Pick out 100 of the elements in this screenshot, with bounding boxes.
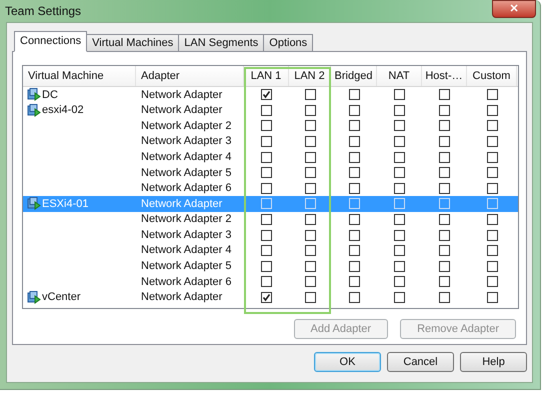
dialog-button[interactable]: OK: [314, 352, 381, 372]
checkbox[interactable]: [394, 104, 405, 116]
checkbox[interactable]: [304, 89, 316, 100]
checkbox[interactable]: [261, 260, 272, 272]
checkbox[interactable]: [261, 89, 272, 100]
checkbox[interactable]: [348, 120, 360, 132]
checkbox[interactable]: [348, 292, 360, 304]
checkbox[interactable]: [394, 120, 405, 132]
checkbox[interactable]: [394, 167, 405, 178]
checkbox[interactable]: [394, 89, 405, 100]
checkbox[interactable]: [486, 230, 498, 241]
table-row[interactable]: Network Adapter 2: [23, 212, 518, 228]
checkbox[interactable]: [261, 182, 272, 194]
checkbox[interactable]: [486, 276, 498, 288]
tab[interactable]: Options: [263, 34, 314, 52]
table-row[interactable]: Network Adapter 4: [23, 242, 518, 259]
checkbox[interactable]: [439, 245, 450, 256]
checkbox[interactable]: [261, 152, 272, 163]
checkbox[interactable]: [486, 104, 498, 116]
checkbox[interactable]: [348, 167, 360, 178]
checkbox[interactable]: [439, 260, 450, 272]
column-header[interactable]: LAN 2: [289, 66, 331, 86]
checkbox[interactable]: [486, 260, 498, 272]
table-row[interactable]: Network Adapter 3: [23, 227, 518, 243]
checkbox[interactable]: [261, 230, 272, 241]
checkbox[interactable]: [304, 167, 316, 178]
table-row[interactable]: Network Adapter 5: [23, 258, 518, 274]
checkbox[interactable]: [348, 136, 360, 148]
checkbox[interactable]: [348, 276, 360, 288]
checkbox[interactable]: [486, 167, 498, 178]
checkbox[interactable]: [261, 167, 272, 178]
checkbox[interactable]: [348, 89, 360, 100]
column-header[interactable]: Host-…: [422, 66, 467, 86]
checkbox[interactable]: [394, 292, 405, 304]
checkbox[interactable]: [394, 136, 405, 148]
checkbox[interactable]: [261, 214, 272, 226]
dialog-button[interactable]: Cancel: [387, 352, 454, 372]
checkbox[interactable]: [261, 292, 272, 304]
checkbox[interactable]: [348, 260, 360, 272]
checkbox[interactable]: [348, 104, 360, 116]
tab[interactable]: Connections: [14, 31, 88, 52]
table-row[interactable]: Network Adapter 6: [23, 274, 518, 290]
table-row[interactable]: DC Network Adapter: [23, 87, 518, 103]
tab[interactable]: Virtual Machines: [86, 34, 180, 52]
checkbox[interactable]: [439, 104, 450, 116]
column-header[interactable]: Custom: [467, 66, 517, 86]
checkbox[interactable]: [439, 214, 450, 226]
checkbox[interactable]: [486, 120, 498, 132]
checkbox[interactable]: [486, 89, 498, 100]
checkbox[interactable]: [394, 276, 405, 288]
checkbox[interactable]: [439, 292, 450, 304]
checkbox[interactable]: [348, 214, 360, 226]
checkbox[interactable]: [348, 152, 360, 163]
column-header[interactable]: LAN 1: [244, 66, 289, 86]
column-header[interactable]: Adapter: [136, 66, 244, 86]
checkbox[interactable]: [304, 120, 316, 132]
checkbox[interactable]: [304, 152, 316, 163]
checkbox[interactable]: [439, 230, 450, 241]
checkbox[interactable]: [261, 120, 272, 132]
tab[interactable]: LAN Segments: [178, 34, 264, 52]
table-row[interactable]: Network Adapter 2: [23, 118, 518, 134]
checkbox[interactable]: [304, 136, 316, 148]
column-header[interactable]: NAT: [377, 66, 422, 86]
checkbox[interactable]: [304, 276, 316, 288]
checkbox[interactable]: [348, 182, 360, 194]
checkbox[interactable]: [304, 230, 316, 241]
checkbox[interactable]: [439, 182, 450, 194]
checkbox[interactable]: [439, 136, 450, 148]
table-row[interactable]: Network Adapter 3: [23, 134, 518, 150]
checkbox[interactable]: [394, 230, 405, 241]
checkbox[interactable]: [394, 260, 405, 272]
table-row[interactable]: Network Adapter 5: [23, 164, 518, 181]
checkbox[interactable]: [486, 214, 498, 226]
table-row[interactable]: Network Adapter 6: [23, 180, 518, 196]
checkbox[interactable]: [486, 292, 498, 304]
checkbox[interactable]: [394, 245, 405, 256]
checkbox[interactable]: [261, 245, 272, 256]
column-header[interactable]: Virtual Machine: [23, 66, 136, 86]
checkbox[interactable]: [394, 182, 405, 194]
checkbox[interactable]: [394, 152, 405, 163]
checkbox[interactable]: [439, 276, 450, 288]
checkbox[interactable]: [304, 214, 316, 226]
checkbox[interactable]: [394, 214, 405, 226]
checkbox[interactable]: [439, 167, 450, 178]
checkbox[interactable]: [304, 104, 316, 116]
checkbox[interactable]: [486, 136, 498, 148]
checkbox[interactable]: [261, 276, 272, 288]
dialog-button[interactable]: Help: [460, 352, 527, 372]
table-row[interactable]: Network Adapter 4: [23, 149, 518, 165]
checkbox[interactable]: [486, 245, 498, 256]
checkbox[interactable]: [439, 152, 450, 163]
checkbox[interactable]: [304, 182, 316, 194]
checkbox[interactable]: [261, 136, 272, 148]
checkbox[interactable]: [486, 152, 498, 163]
table-row[interactable]: esxi4-02 Network Adapter: [23, 102, 518, 118]
checkbox[interactable]: [304, 292, 316, 304]
checkbox[interactable]: [348, 245, 360, 256]
checkbox[interactable]: [486, 182, 498, 194]
table-row[interactable]: vCenter Network Adapter: [23, 290, 518, 306]
checkbox[interactable]: [439, 120, 450, 132]
